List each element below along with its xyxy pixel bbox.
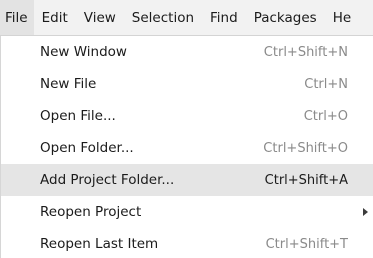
menu-item-shortcut: Ctrl+Shift+T <box>265 236 348 252</box>
file-menu-dropdown: New Window Ctrl+Shift+N New File Ctrl+N … <box>0 36 373 258</box>
menu-selection[interactable]: Selection <box>124 0 202 35</box>
menu-item-label: Add Project Folder... <box>40 172 175 188</box>
menu-item-new-file[interactable]: New File Ctrl+N <box>1 68 373 100</box>
menu-item-reopen-last-item[interactable]: Reopen Last Item Ctrl+Shift+T <box>1 228 373 258</box>
menu-find[interactable]: Find <box>202 0 246 35</box>
menu-edit[interactable]: Edit <box>34 0 76 35</box>
menu-view[interactable]: View <box>76 0 124 35</box>
menu-packages[interactable]: Packages <box>246 0 325 35</box>
menu-item-shortcut: Ctrl+O <box>303 108 348 124</box>
menu-item-label: Open File... <box>40 108 116 124</box>
chevron-right-icon <box>363 208 368 216</box>
app-window: File Edit View Selection Find Packages H… <box>0 0 373 258</box>
menu-help[interactable]: He <box>325 0 359 35</box>
menu-item-shortcut: Ctrl+Shift+A <box>264 172 348 188</box>
menu-item-open-folder[interactable]: Open Folder... Ctrl+Shift+O <box>1 132 373 164</box>
menu-item-label: New File <box>40 76 97 92</box>
menu-item-shortcut: Ctrl+N <box>304 76 348 92</box>
menu-item-add-project-folder[interactable]: Add Project Folder... Ctrl+Shift+A <box>1 164 373 196</box>
menu-item-label: New Window <box>40 44 127 60</box>
menu-item-shortcut: Ctrl+Shift+O <box>263 140 348 156</box>
menu-item-shortcut: Ctrl+Shift+N <box>263 44 348 60</box>
menu-item-label: Open Folder... <box>40 140 134 156</box>
menu-item-open-file[interactable]: Open File... Ctrl+O <box>1 100 373 132</box>
menu-item-label: Reopen Project <box>40 204 142 220</box>
menu-file[interactable]: File <box>0 0 34 35</box>
menu-item-label: Reopen Last Item <box>40 236 159 252</box>
menu-item-new-window[interactable]: New Window Ctrl+Shift+N <box>1 36 373 68</box>
menu-item-reopen-project[interactable]: Reopen Project <box>1 196 373 228</box>
menubar: File Edit View Selection Find Packages H… <box>0 0 373 36</box>
